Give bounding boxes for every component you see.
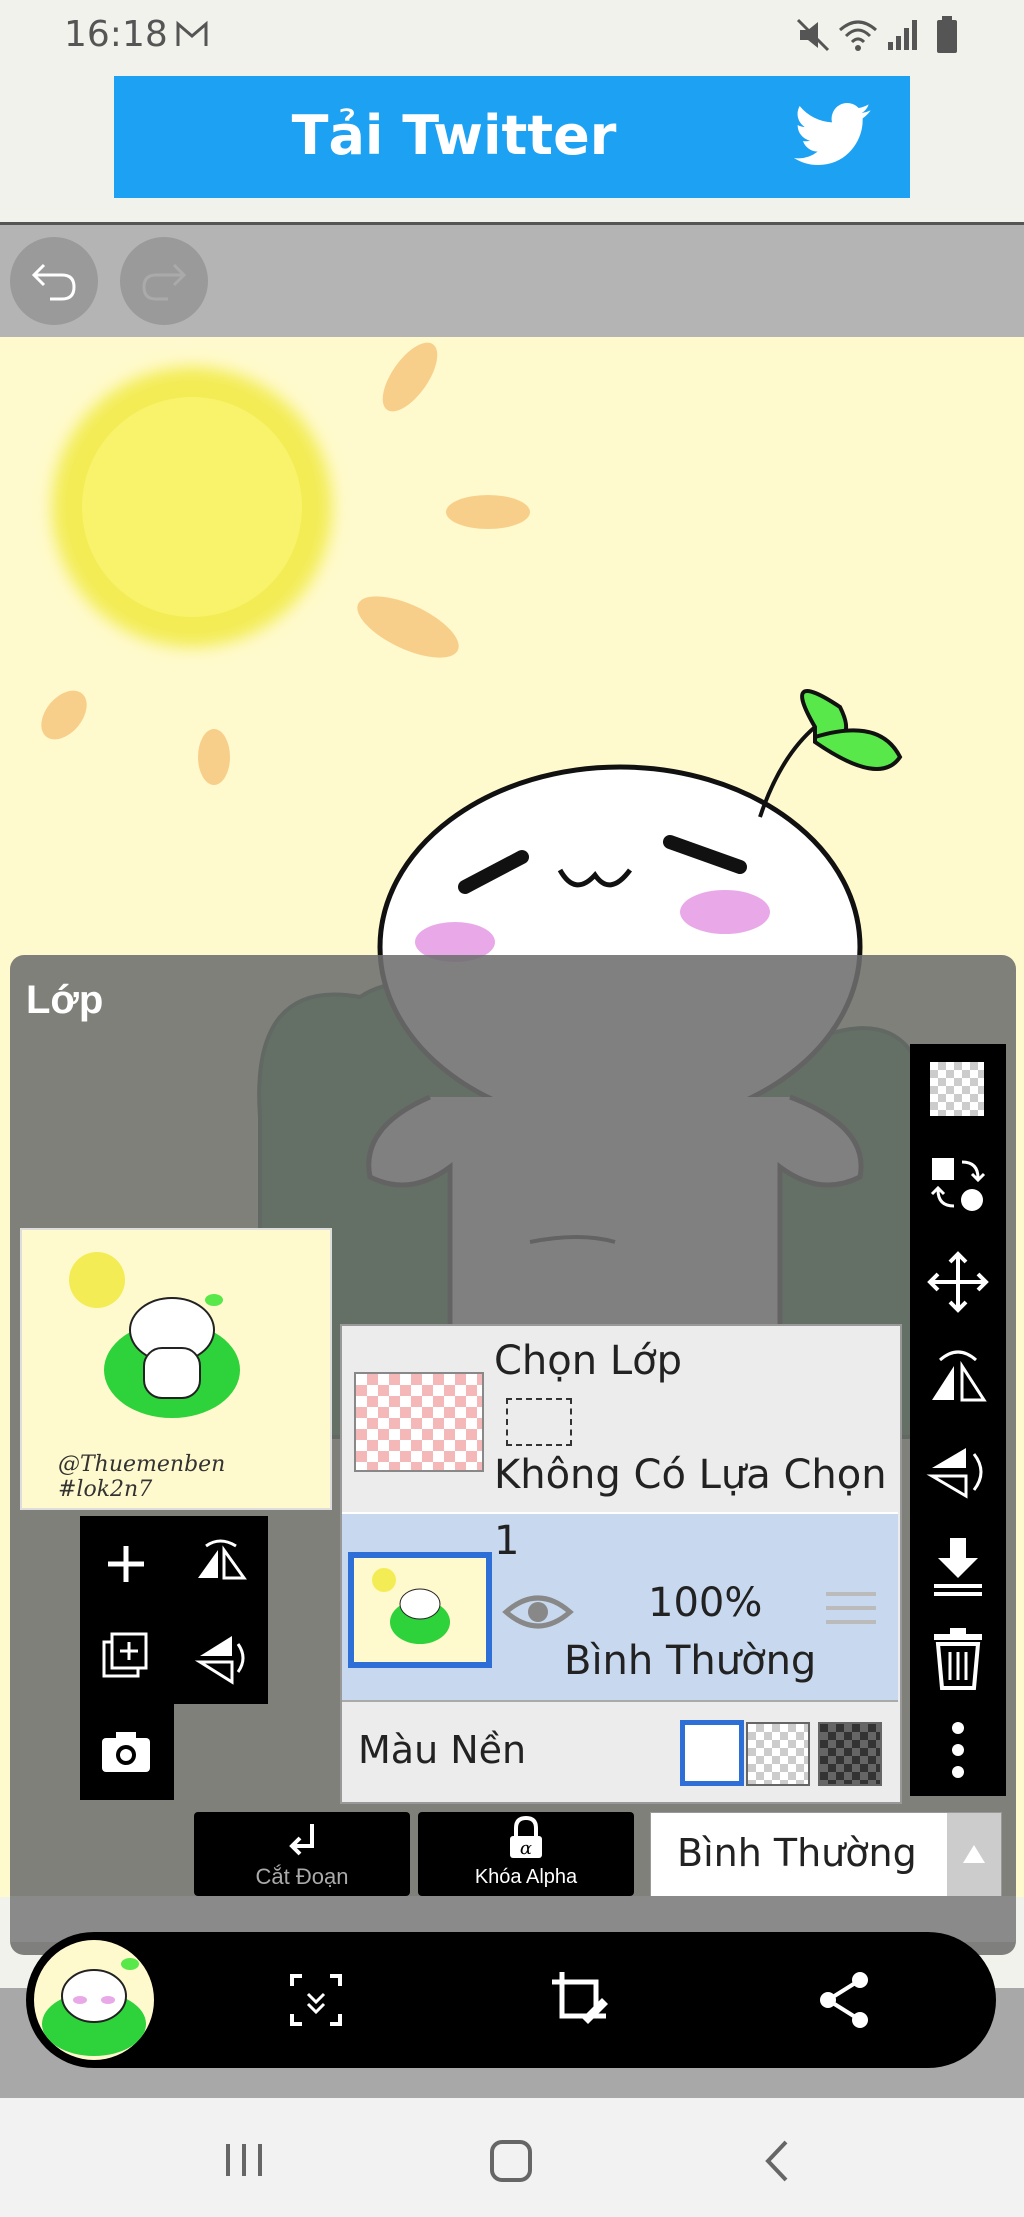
clip-arrow-icon <box>289 1824 314 1856</box>
background-transparent-swatch[interactable] <box>746 1722 810 1786</box>
flip-vertical-icon <box>194 1636 245 1685</box>
drag-handle-icon[interactable] <box>826 1592 876 1628</box>
expand-icon[interactable] <box>288 1972 344 2028</box>
layer-thumbnail <box>348 1552 492 1668</box>
svg-text:α: α <box>520 1838 532 1859</box>
background-dark-swatch[interactable] <box>818 1722 882 1786</box>
signal-icon <box>888 20 917 50</box>
flip-horizontal-icon <box>198 1539 247 1580</box>
camera-button[interactable] <box>98 1724 154 1780</box>
lock-icon: α <box>510 1816 542 1859</box>
home-icon[interactable] <box>488 2138 534 2184</box>
selection-title: Chọn Lớp <box>494 1338 682 1384</box>
eye-icon[interactable] <box>502 1590 574 1634</box>
undo-icon <box>31 263 76 301</box>
alpha-lock-label: Khóa Alpha <box>474 1866 578 1888</box>
redo-button[interactable] <box>120 237 208 325</box>
recent-apps-icon[interactable] <box>222 2140 268 2180</box>
move-icon <box>927 1251 989 1313</box>
gmail-icon <box>176 20 208 46</box>
thumbnail-caption: @Thuemenben #lok2n7 <box>58 1452 226 1502</box>
layer-blend: Bình Thường <box>564 1638 817 1684</box>
background-color-row: Màu Nền <box>342 1700 898 1800</box>
rotate-button[interactable] <box>920 1340 996 1416</box>
bottom-action-bar <box>26 1932 996 2068</box>
swap-button[interactable] <box>920 1146 996 1222</box>
move-button[interactable] <box>920 1244 996 1320</box>
layer-panel-title: Lớp <box>26 978 104 1022</box>
flip-vertical-icon <box>926 1448 983 1499</box>
selection-status: Không Có Lựa Chọn <box>494 1452 887 1498</box>
merge-down-button[interactable] <box>920 1528 996 1604</box>
rotate-icon <box>932 1350 987 1402</box>
layer-name: 1 <box>494 1518 520 1564</box>
more-icon <box>952 1722 964 1778</box>
flip-vertical-right-button[interactable] <box>920 1434 996 1510</box>
blend-mode-select[interactable]: Bình Thường <box>650 1812 1002 1898</box>
layer-thumbnail-preview[interactable]: @Thuemenben #lok2n7 <box>20 1228 332 1510</box>
trash-icon <box>934 1628 982 1690</box>
swap-icon <box>930 1158 986 1211</box>
clipping-label: Cắt Đoạn <box>255 1864 349 1889</box>
more-options-button[interactable] <box>920 1712 996 1788</box>
flip-vertical-button[interactable] <box>192 1630 248 1686</box>
blend-mode-value: Bình Thường <box>677 1831 917 1875</box>
camera-icon <box>102 1732 150 1772</box>
flip-horizontal-button[interactable] <box>192 1536 248 1592</box>
battery-icon <box>937 16 957 53</box>
delete-layer-button[interactable] <box>920 1620 996 1696</box>
copy-layer-icon <box>102 1632 148 1678</box>
redo-icon <box>142 263 187 301</box>
twitter-bird-icon <box>794 103 871 166</box>
status-bar: 16:18 <box>0 0 1024 72</box>
background-white-swatch[interactable] <box>680 1720 744 1786</box>
layer-row[interactable]: 1 100% Bình Thường <box>342 1512 898 1702</box>
layer-thumbnail-artwork <box>372 1568 450 1644</box>
back-icon[interactable] <box>760 2138 794 2184</box>
undo-button[interactable] <box>10 237 98 325</box>
crop-icon[interactable] <box>548 1968 612 2032</box>
background-label: Màu Nền <box>358 1728 527 1772</box>
clipping-button[interactable]: Cắt Đoạn <box>194 1812 410 1896</box>
selection-layer-row[interactable]: Chọn Lớp Không Có Lựa Chọn <box>342 1326 898 1512</box>
copy-layer-button[interactable] <box>98 1630 154 1686</box>
layer-opacity[interactable]: 100% <box>648 1580 762 1626</box>
wifi-icon <box>839 20 877 51</box>
add-layer-icon <box>108 1546 144 1582</box>
blend-mode-dropdown[interactable] <box>947 1813 1001 1897</box>
artwork-avatar[interactable] <box>34 1940 154 2060</box>
transparency-icon[interactable] <box>930 1062 984 1116</box>
top-toolbar <box>0 225 1024 337</box>
selection-marquee-icon <box>506 1398 572 1446</box>
merge-down-icon <box>934 1538 982 1596</box>
add-layer-button[interactable] <box>98 1536 154 1592</box>
status-time: 16:18 <box>64 14 168 55</box>
mute-icon <box>796 18 830 52</box>
avatar-artwork <box>42 1958 146 2056</box>
share-icon[interactable] <box>816 1970 872 2030</box>
selection-thumbnail <box>354 1372 484 1472</box>
banner-text: Tải Twitter <box>291 104 617 167</box>
system-nav-bar <box>0 2098 1024 2217</box>
twitter-banner[interactable]: Tải Twitter <box>114 76 910 198</box>
alpha-lock-button[interactable]: α Khóa Alpha <box>418 1812 634 1896</box>
chevron-up-icon <box>963 1845 985 1863</box>
